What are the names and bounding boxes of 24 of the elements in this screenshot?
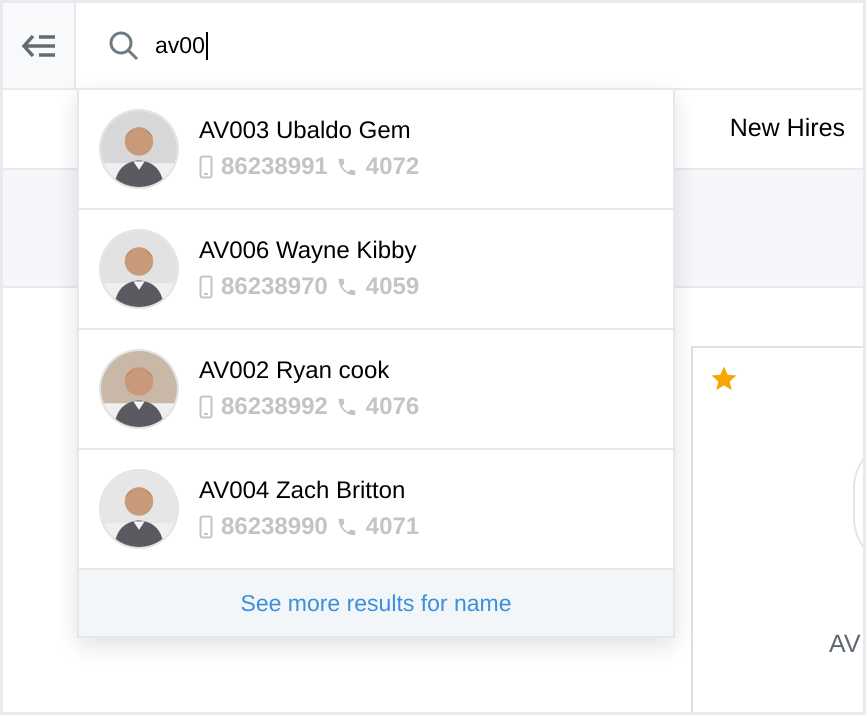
mobile-icon (199, 515, 213, 539)
collapse-menu-icon[interactable] (20, 32, 56, 58)
result-item[interactable]: AV002 Ryan cook 86238992 4076 (79, 330, 673, 450)
phone-extension: 4072 (366, 152, 420, 182)
phone-extension: 4059 (366, 272, 420, 302)
search-field[interactable]: av00 (155, 26, 755, 66)
mobile-icon (199, 275, 213, 299)
result-item[interactable]: AV006 Wayne Kibby 86238970 4059 (79, 210, 673, 330)
mobile-icon (199, 155, 213, 179)
result-title: AV002 Ryan cook (199, 356, 390, 386)
phone-extension: 4071 (366, 512, 420, 542)
mobile-number: 86238990 (221, 512, 328, 542)
card-title: AV (829, 629, 860, 660)
mobile-number: 86238991 (221, 152, 328, 182)
result-title: AV004 Zach Britton (199, 476, 406, 506)
phone-extension: 4076 (366, 392, 420, 422)
result-item[interactable]: AV003 Ubaldo Gem 86238991 4072 (79, 90, 673, 210)
result-title: AV006 Wayne Kibby (199, 236, 418, 266)
result-title: AV003 Ubaldo Gem (199, 116, 412, 146)
mobile-icon (199, 395, 213, 419)
search-icon (108, 30, 140, 62)
mobile-number: 86238970 (221, 272, 328, 302)
mobile-number: 86238992 (221, 392, 328, 422)
tab[interactable]: New Hires (712, 90, 863, 168)
